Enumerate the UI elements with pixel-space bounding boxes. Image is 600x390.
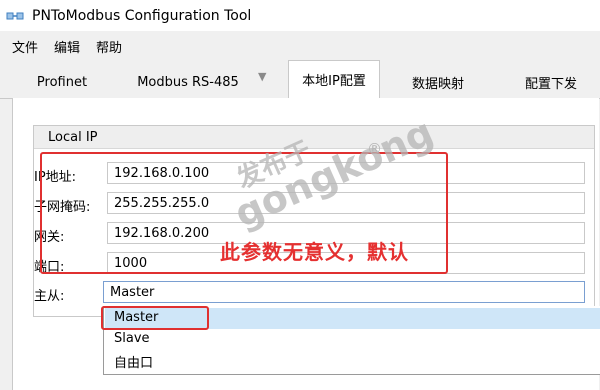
- annotation-text: 此参数无意义，默认: [220, 240, 409, 264]
- dropdown-option-slave[interactable]: Slave: [114, 331, 150, 346]
- app-network-icon: [6, 9, 24, 23]
- group-title: Local IP: [48, 129, 98, 145]
- tab-data-mapping[interactable]: 数据映射: [400, 66, 476, 98]
- menu-edit[interactable]: 编辑: [54, 37, 80, 56]
- role-label: 主从:: [34, 289, 65, 304]
- tab-config-download[interactable]: 配置下发: [508, 66, 594, 98]
- menu-help[interactable]: 帮助: [96, 37, 122, 56]
- tab-strip: Profinet Modbus RS-485 本地IP配置 数据映射 配置下发: [0, 60, 600, 99]
- tab-scroll-down-icon[interactable]: ▼: [258, 70, 266, 83]
- menu-file[interactable]: 文件: [12, 37, 38, 56]
- master-option-highlight-box: [101, 306, 209, 330]
- group-header: Local IP: [34, 126, 594, 149]
- menu-bar: 文件 编辑 帮助: [0, 36, 600, 56]
- registered-mark: ®: [367, 140, 382, 158]
- tab-local-ip-config[interactable]: 本地IP配置: [288, 60, 380, 98]
- role-select[interactable]: Master: [103, 281, 585, 303]
- window-title: PNToModbus Configuration Tool: [32, 7, 252, 24]
- tab-modbus-rs485[interactable]: Modbus RS-485: [118, 66, 258, 98]
- tab-profinet[interactable]: Profinet: [20, 66, 104, 98]
- title-bar: PNToModbus Configuration Tool: [0, 0, 600, 31]
- dropdown-option-free-port[interactable]: 自由口: [114, 352, 153, 371]
